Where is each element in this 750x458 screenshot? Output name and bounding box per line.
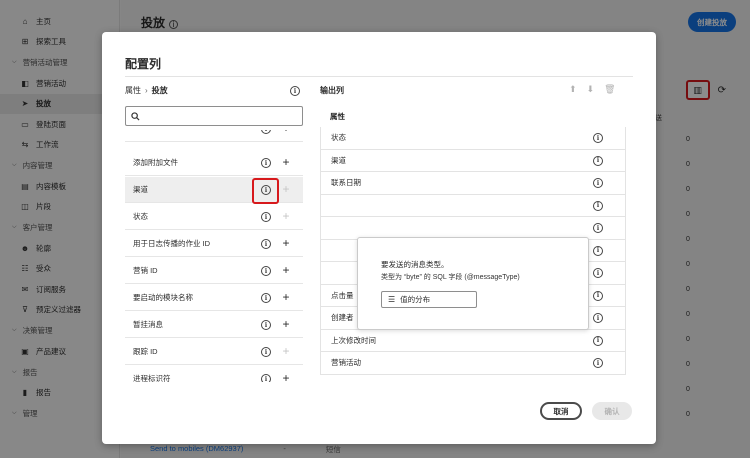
output-column-label: 状态 (331, 133, 346, 143)
info-icon[interactable]: i (593, 313, 603, 323)
output-column-label: 营销活动 (331, 358, 361, 368)
list-item[interactable]: 状态 i + (125, 204, 303, 230)
list-item-label: 营销 ID (133, 266, 158, 275)
info-icon[interactable]: i (593, 133, 603, 143)
chevron-right-icon: › (145, 86, 148, 95)
confirm-button[interactable]: 确认 (592, 402, 632, 420)
add-icon[interactable]: + (280, 290, 292, 304)
info-icon[interactable]: i (261, 293, 271, 303)
info-icon[interactable]: i (290, 86, 300, 96)
info-icon[interactable]: i (261, 212, 271, 222)
info-icon[interactable]: i (261, 239, 271, 249)
add-icon[interactable]: + (280, 130, 292, 135)
info-icon[interactable]: i (593, 200, 603, 211)
output-columns-title: 输出列 (320, 86, 344, 95)
add-icon[interactable]: + (280, 317, 292, 331)
list-item[interactable]: 暂挂消息 i + (125, 312, 303, 338)
output-column-label: 上次修改时间 (331, 335, 376, 345)
highlight-box (252, 178, 279, 204)
output-column-label: 渠道 (331, 155, 346, 165)
output-toolbar: ⬆ ⬇ 🗑 (569, 84, 616, 95)
list-item-label: 进程标识符 (133, 374, 171, 382)
list-item[interactable]: 营销 ID i + (125, 258, 303, 284)
info-icon[interactable]: i (593, 178, 603, 188)
info-icon[interactable]: i (593, 223, 603, 233)
add-icon[interactable]: + (280, 209, 292, 223)
move-down-icon[interactable]: ⬇ (587, 84, 595, 95)
list-item[interactable]: 进程标识符 i + (125, 366, 303, 382)
breadcrumb-root[interactable]: 属性 (125, 85, 141, 96)
divider (125, 76, 633, 77)
info-icon[interactable]: i (261, 320, 271, 330)
list-item-label: 用于日志传播的作业 ID (133, 239, 211, 248)
list-item-label: 要启动的模块名称 (133, 293, 193, 302)
info-icon[interactable]: i (593, 335, 603, 346)
breadcrumb-current: 投放 (151, 86, 168, 95)
list-item[interactable]: 用于日志传播的作业 ID i + (125, 231, 303, 257)
output-column-row[interactable]: 上次修改时间 i (320, 329, 626, 352)
delete-icon[interactable]: 🗑 (604, 84, 615, 95)
list-item[interactable]: 添加附加文件 i + (125, 150, 303, 176)
info-icon[interactable]: i (261, 266, 271, 276)
move-up-icon[interactable]: ⬆ (569, 84, 577, 95)
add-icon[interactable]: + (280, 182, 292, 196)
search-input[interactable] (144, 111, 294, 121)
attribute-list: i + 添加附加文件i+渠道i+状态i+用于日志传播的作业 IDi+营销 IDi… (125, 130, 303, 382)
search-field[interactable] (125, 106, 303, 126)
info-icon[interactable]: i (593, 245, 603, 256)
add-icon[interactable]: + (280, 371, 292, 382)
breadcrumb: 属性 › 投放 (125, 85, 168, 96)
popover-type-info: 类型为 “byte” 的 SQL 字段 (@messageType) (381, 274, 520, 281)
add-icon[interactable]: + (280, 236, 292, 250)
dialog-title: 配置列 (125, 57, 162, 71)
distribution-icon: ☰ (388, 295, 396, 304)
output-header: 属性 (330, 111, 345, 121)
output-column-label: 联系日期 (331, 178, 361, 188)
value-distribution-button[interactable]: ☰ 值的分布 (381, 291, 477, 308)
output-column-row[interactable]: 营销活动 i (320, 352, 626, 375)
list-item[interactable]: i + (125, 130, 303, 142)
info-icon[interactable]: i (261, 130, 271, 134)
output-column-row[interactable]: 渠道 i (320, 149, 626, 172)
info-icon[interactable]: i (593, 358, 603, 368)
output-column-row[interactable]: 联系日期 i (320, 172, 626, 195)
configure-columns-dialog: 配置列 属性 › 投放 i i + 添加附加文件i+渠道i+状态i+用于日志传播… (102, 32, 656, 444)
info-icon[interactable]: i (593, 268, 603, 278)
info-icon[interactable]: i (593, 155, 603, 166)
list-item-label: 添加附加文件 (133, 158, 178, 167)
popover-description: 要发送的消息类型。 (381, 260, 449, 269)
list-item-label: 跟踪 ID (133, 347, 158, 356)
output-column-row[interactable]: i (320, 194, 626, 217)
info-icon[interactable]: i (593, 290, 603, 301)
search-icon (131, 111, 140, 121)
info-icon[interactable]: i (261, 347, 271, 357)
add-icon[interactable]: + (280, 263, 292, 277)
cancel-button[interactable]: 取消 (540, 402, 582, 420)
list-item[interactable]: 要启动的模块名称 i + (125, 285, 303, 311)
add-icon[interactable]: + (280, 155, 292, 169)
add-icon[interactable]: + (280, 344, 292, 358)
value-distribution-label: 值的分布 (400, 295, 431, 304)
output-column-label: 创建者 (331, 313, 354, 323)
info-icon[interactable]: i (261, 158, 271, 168)
list-item-label: 状态 (133, 212, 148, 221)
list-item[interactable]: 跟踪 ID i + (125, 339, 303, 365)
output-column-label: 点击量 (331, 290, 354, 300)
list-item-label: 暂挂消息 (133, 320, 163, 329)
field-info-popover: 要发送的消息类型。 类型为 “byte” 的 SQL 字段 (@messageT… (357, 237, 589, 330)
info-icon[interactable]: i (261, 374, 271, 382)
output-column-row[interactable]: 状态 i (320, 127, 626, 150)
